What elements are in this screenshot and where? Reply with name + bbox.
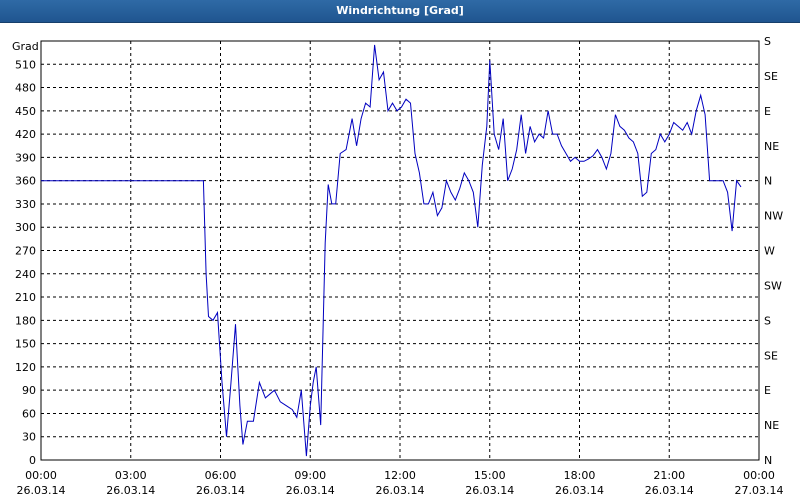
x-tick-time: 18:00 bbox=[564, 469, 596, 482]
x-tick-time: 15:00 bbox=[474, 469, 506, 482]
x-tick-date: 26.03.14 bbox=[196, 484, 245, 497]
compass-tick-label: N bbox=[764, 454, 772, 467]
x-tick-date: 26.03.14 bbox=[106, 484, 155, 497]
y-tick-label: 150 bbox=[15, 338, 36, 351]
compass-tick-label: NE bbox=[764, 140, 779, 153]
wind-direction-chart: Grad 0 30 60 90 120 150 180 210 240 270 300 330 360 3… bbox=[12, 35, 784, 497]
compass-tick-label: W bbox=[764, 245, 775, 258]
compass-tick-label: S bbox=[764, 314, 771, 327]
compass-tick-label: NE bbox=[764, 419, 779, 432]
y-tick-label: 390 bbox=[15, 151, 36, 164]
y-tick-label: 450 bbox=[15, 105, 36, 118]
compass-tick-label: SE bbox=[764, 349, 778, 362]
y-tick-label: 480 bbox=[15, 82, 36, 95]
x-tick-date: 27.03.14 bbox=[735, 484, 784, 497]
x-tick-date: 26.03.14 bbox=[376, 484, 425, 497]
y-tick-label: 60 bbox=[22, 407, 36, 420]
y-tick-label: 420 bbox=[15, 128, 36, 141]
x-tick-date: 26.03.14 bbox=[645, 484, 694, 497]
compass-tick-label: N bbox=[764, 175, 772, 188]
x-tick-time: 06:00 bbox=[205, 469, 237, 482]
compass-tick-label: E bbox=[764, 105, 771, 118]
x-tick-time: 03:00 bbox=[115, 469, 147, 482]
y-axis-title: Grad bbox=[12, 40, 39, 53]
y-tick-label: 180 bbox=[15, 314, 36, 327]
grid bbox=[41, 41, 759, 460]
y-tick-label: 300 bbox=[15, 221, 36, 234]
y-tick-label: 90 bbox=[22, 384, 36, 397]
x-tick-date: 26.03.14 bbox=[286, 484, 335, 497]
x-axis: 00:00 26.03.14 03:00 26.03.14 06:00 26.03.14 0… bbox=[17, 469, 784, 497]
y-tick-label: 240 bbox=[15, 268, 36, 281]
x-tick-time: 09:00 bbox=[294, 469, 326, 482]
y-tick-label: 30 bbox=[22, 431, 36, 444]
y-tick-label: 270 bbox=[15, 245, 36, 258]
compass-tick-label: E bbox=[764, 384, 771, 397]
compass-tick-label: S bbox=[764, 35, 771, 48]
y-tick-label: 360 bbox=[15, 175, 36, 188]
y-axis-left: 0 30 60 90 120 150 180 210 240 270 300 330 360 390 420… bbox=[15, 58, 36, 467]
compass-tick-label: SW bbox=[764, 279, 782, 292]
compass-tick-label: SE bbox=[764, 70, 778, 83]
x-tick-date: 26.03.14 bbox=[555, 484, 604, 497]
compass-tick-label: NW bbox=[764, 210, 783, 223]
y-tick-label: 510 bbox=[15, 58, 36, 71]
y-tick-label: 120 bbox=[15, 361, 36, 374]
y-tick-label: 330 bbox=[15, 198, 36, 211]
x-tick-date: 26.03.14 bbox=[465, 484, 514, 497]
y-axis-right-compass: N NE E SE S SW W NW N NE E SE S bbox=[764, 35, 783, 467]
x-tick-time: 21:00 bbox=[653, 469, 685, 482]
x-tick-time: 00:00 bbox=[25, 469, 57, 482]
x-tick-time: 00:00 bbox=[743, 469, 775, 482]
x-tick-date: 26.03.14 bbox=[17, 484, 66, 497]
y-tick-label: 210 bbox=[15, 291, 36, 304]
y-tick-label: 0 bbox=[29, 454, 36, 467]
x-tick-time: 12:00 bbox=[384, 469, 416, 482]
